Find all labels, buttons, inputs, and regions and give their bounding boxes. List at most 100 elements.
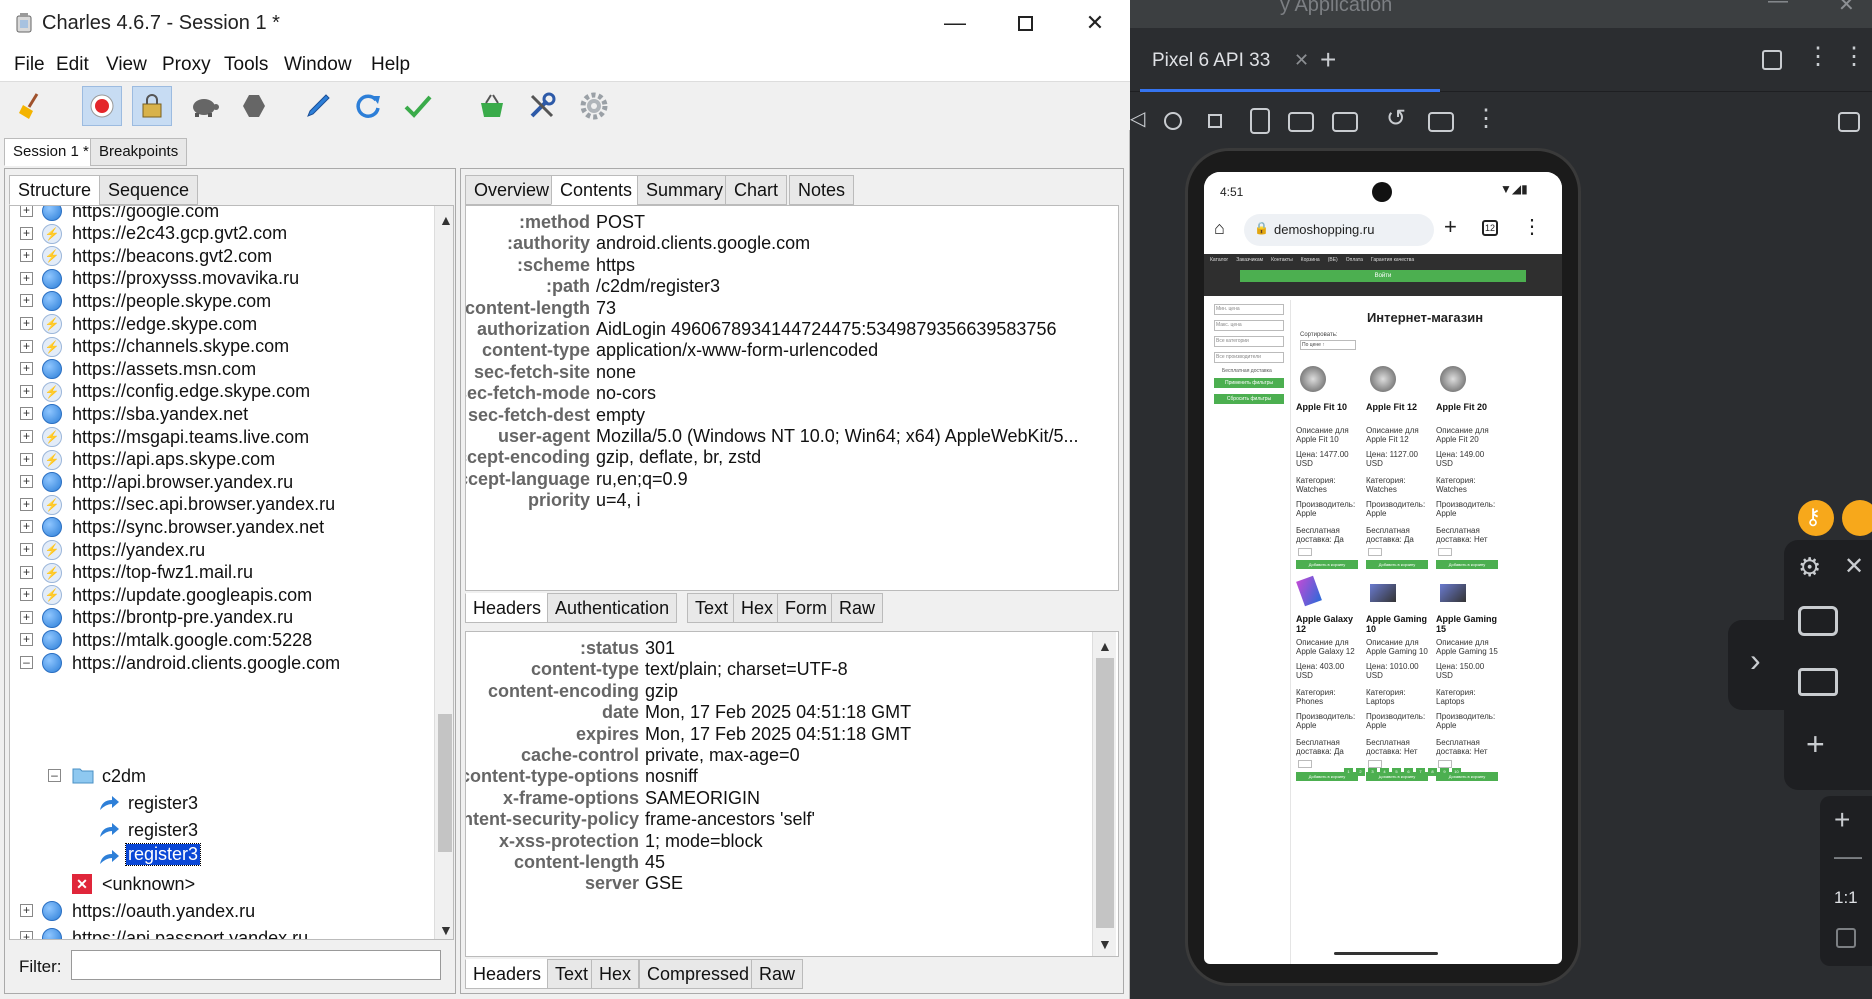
expand-toggle[interactable]: + [20,249,33,263]
address-bar[interactable]: 🔒 demoshopping.ru [1244,214,1434,246]
resp-tab-raw[interactable]: Raw [751,959,804,989]
scroll-down-icon[interactable]: ▼ [1098,936,1112,952]
expand-toggle[interactable]: + [20,588,33,602]
tree-folder-c2dm[interactable]: – c2dm [10,763,430,789]
product-card[interactable]: Apple Gaming 10 Описание для Apple Gaming… [1366,574,1430,781]
sort-select[interactable]: По цене ↑ [1300,340,1356,350]
expand-toggle[interactable]: + [20,520,33,534]
back-triangle-icon[interactable]: ◁ [1130,106,1145,131]
quantity-input[interactable] [1298,548,1312,556]
reset-filters-button[interactable]: Сбросить фильтры [1214,394,1284,404]
min-price-input[interactable]: Мин. цена [1214,304,1284,315]
req-tab-hex[interactable]: Hex [733,593,782,623]
tree-scrollbar[interactable]: ▲ ▼ [434,206,453,939]
page-button[interactable]: 5 [1392,768,1401,776]
menu-tools[interactable]: Tools [224,54,268,76]
request-headers-table[interactable]: :method POST:authority android.clients.goo… [465,205,1119,591]
tab-overview[interactable]: Overview [465,175,559,205]
filter-input[interactable] [71,950,441,980]
page-button[interactable]: 10 [1452,768,1461,776]
close-button[interactable]: ✕ [1838,0,1855,17]
turtle-throttle-icon[interactable] [184,86,224,126]
expand-toggle[interactable]: + [20,633,33,647]
key-badge-icon[interactable]: ⚷ [1798,500,1834,536]
record-icon[interactable] [82,86,122,126]
tree-request-register3[interactable]: register3 [10,817,430,843]
req-tab-raw[interactable]: Raw [831,593,884,623]
tab-sequence[interactable]: Sequence [99,175,199,205]
expand-toggle[interactable]: + [20,475,33,489]
settings-gear-icon[interactable] [574,86,614,126]
expand-toggle[interactable]: + [20,565,33,579]
scroll-down-icon[interactable]: ▼ [439,922,453,938]
tree-host[interactable]: – https://android.clients.google.com [10,650,430,676]
product-card[interactable]: Apple Fit 20 Описание для Apple Fit 20 Цен… [1436,362,1500,569]
shopping-basket-icon[interactable] [472,86,512,126]
tree-request-register3-selected[interactable]: register3 [10,843,430,870]
resp-tab-headers[interactable]: Headers [465,959,550,989]
header-row[interactable]: priority u=4, i [466,490,1106,515]
quantity-input[interactable] [1438,548,1452,556]
more-options-icon[interactable]: ⋮ [1842,42,1866,71]
tab-structure[interactable]: Structure [9,175,101,205]
tab-chart[interactable]: Chart [725,175,788,205]
page-button[interactable]: 9 [1440,768,1449,776]
tree-request-register3[interactable]: register3 [10,790,430,816]
header-row[interactable]: server GSE [466,873,1106,898]
more-options-icon[interactable]: ⋮ [1806,42,1830,71]
screen-record-icon[interactable] [1332,112,1358,132]
device-rotate-icon[interactable] [1250,108,1270,134]
expand-toggle[interactable]: + [20,407,33,421]
zoom-in-icon[interactable]: + [1834,804,1850,836]
expand-toggle[interactable]: + [20,497,33,511]
menu-view[interactable]: View [106,54,147,76]
category-select[interactable]: Все категории [1214,336,1284,347]
tree-unknown[interactable]: ✕ <unknown> [10,871,430,897]
expand-panel-button[interactable]: › [1728,620,1788,710]
add-icon[interactable]: + [1806,726,1825,763]
site-nav-link[interactable]: Корзина [1301,257,1320,263]
tab-breakpoints[interactable]: Breakpoints [90,138,188,166]
add-to-cart-button[interactable]: Добавить в корзину [1436,560,1498,569]
rotate-left-icon[interactable]: ↺ [1386,104,1406,133]
compose-pen-icon[interactable] [298,86,338,126]
site-nav-link[interactable]: Контакты [1271,257,1293,263]
screen-record-icon[interactable] [1798,668,1838,696]
page-button[interactable]: 1 [1344,768,1353,776]
screenshot-camera-icon[interactable] [1288,112,1314,132]
expand-toggle[interactable]: + [20,271,33,285]
host-tree[interactable]: + https://google.com + ⚡ https://e2c43.gcp.g… [9,205,454,940]
page-button[interactable]: 3 [1368,768,1377,776]
resp-tab-text[interactable]: Text [547,959,597,989]
close-tab-icon[interactable]: ✕ [1294,50,1309,71]
tree-host[interactable]: + https://oauth.yandex.ru [10,898,430,924]
page-button[interactable]: 7 [1416,768,1425,776]
page-button[interactable]: 6 [1404,768,1413,776]
site-nav-link[interactable]: Гарантия качества [1371,257,1414,263]
apply-filters-button[interactable]: Применить фильтры [1214,378,1284,388]
product-card[interactable]: Apple Fit 12 Описание для Apple Fit 12 Цен… [1366,362,1430,569]
tab-summary[interactable]: Summary [637,175,733,205]
close-icon[interactable]: ✕ [1844,552,1864,581]
req-tab-headers[interactable]: Headers [465,593,550,623]
login-button[interactable]: Войти [1240,270,1526,282]
add-to-cart-button[interactable]: Добавить в корзину [1296,560,1358,569]
expand-toggle[interactable]: + [20,904,33,917]
expand-toggle[interactable]: + [20,384,33,398]
expand-toggle[interactable]: + [20,226,33,240]
gesture-bar[interactable] [1334,952,1438,955]
expand-toggle[interactable]: + [20,452,33,466]
screenshot-camera-icon[interactable] [1798,606,1838,636]
tab-contents[interactable]: Contents [551,175,642,205]
expand-toggle[interactable]: + [20,931,33,939]
repeat-refresh-icon[interactable] [348,86,388,126]
collapse-toggle[interactable]: – [20,656,33,669]
home-circle-icon[interactable] [1164,112,1182,130]
menu-file[interactable]: File [14,54,45,76]
tab-device[interactable]: Pixel 6 API 33 ✕ [1140,28,1440,92]
page-button[interactable]: 8 [1428,768,1437,776]
maximize-button[interactable] [990,0,1060,46]
page-button[interactable]: 4 [1380,768,1389,776]
extended-controls-icon[interactable] [1838,112,1860,132]
quantity-input[interactable] [1368,548,1382,556]
